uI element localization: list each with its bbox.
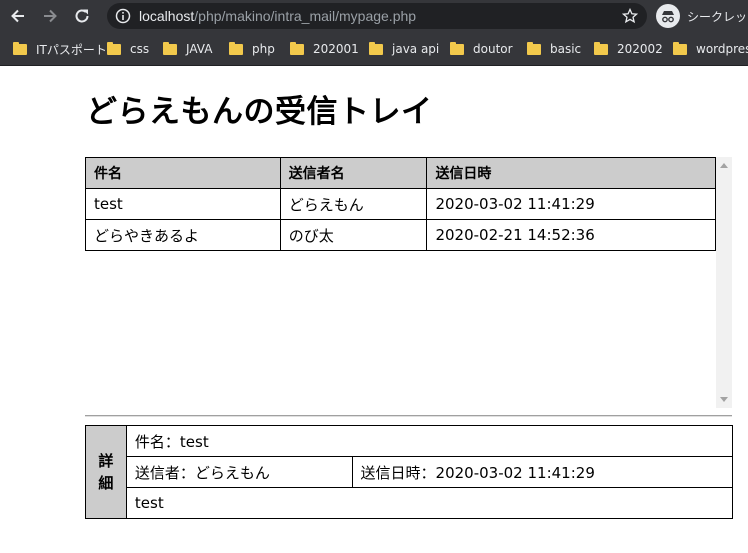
mail-row[interactable]: test どらえもん 2020-03-02 11:41:29 — [85, 188, 716, 220]
column-header-subject: 件名 — [85, 157, 281, 189]
bookmark-item[interactable]: 202002 — [594, 32, 663, 65]
mail-date[interactable]: 2020-03-02 11:41:29 — [426, 188, 716, 220]
mail-sender[interactable]: のび太 — [279, 219, 428, 251]
inbox-header-row: 件名 送信者名 送信日時 — [85, 157, 716, 189]
folder-icon — [450, 41, 464, 55]
folder-icon — [107, 41, 121, 55]
back-button[interactable] — [6, 4, 30, 28]
bookmark-label: 202001 — [313, 42, 359, 56]
bookmark-label: JAVA — [186, 42, 213, 56]
bookmark-item[interactable]: ITパスポート — [13, 32, 107, 65]
folder-icon — [163, 41, 177, 55]
folder-icon — [527, 41, 541, 55]
detail-date: 送信日時：2020-03-02 11:41:29 — [351, 456, 734, 488]
bookmark-label: basic — [550, 42, 582, 56]
inbox-frame[interactable]: 件名 送信者名 送信日時 test どらえもん 2020-03-02 11:41… — [85, 157, 732, 408]
detail-table: 詳細 件名：test 送信者：どらえもん 送信日時：2020-03-02 11:… — [85, 425, 734, 519]
bookmark-item[interactable]: basic — [527, 32, 582, 65]
bookmark-item[interactable]: wordpress — [673, 32, 748, 65]
bookmark-item[interactable]: css — [107, 32, 150, 65]
folder-icon — [13, 41, 27, 55]
bookmark-label: doutor — [473, 42, 513, 56]
folder-icon — [290, 41, 304, 55]
bookmark-label: ITパスポート — [36, 42, 107, 57]
url-host: localhost — [139, 8, 195, 24]
detail-body: test — [125, 487, 734, 519]
horizontal-divider — [85, 415, 732, 417]
bookmark-label: 202002 — [617, 42, 663, 56]
reload-button[interactable] — [70, 4, 94, 28]
bookmark-item[interactable]: JAVA — [163, 32, 213, 65]
folder-icon — [594, 41, 608, 55]
reload-icon — [75, 9, 89, 23]
bookmark-item[interactable]: doutor — [450, 32, 513, 65]
scroll-up-arrow-icon[interactable] — [720, 163, 728, 168]
bookmark-item[interactable]: 202001 — [290, 32, 359, 65]
column-header-sender: 送信者名 — [279, 157, 428, 189]
detail-subject: 件名：test — [125, 425, 734, 457]
mail-row[interactable]: どらやきあるよ のび太 2020-02-21 14:52:36 — [85, 219, 716, 251]
mail-subject[interactable]: どらやきあるよ — [85, 219, 281, 251]
folder-icon — [229, 41, 243, 55]
inbox-table: 件名 送信者名 送信日時 test どらえもん 2020-03-02 11:41… — [85, 157, 716, 251]
info-icon — [115, 8, 131, 24]
bookmarks-bar: ITパスポート css JAVA php 202001 java api dou… — [0, 32, 748, 66]
bookmark-item[interactable]: java api — [369, 32, 440, 65]
incognito-label: シークレット — [687, 9, 748, 24]
mail-subject[interactable]: test — [85, 188, 281, 220]
column-header-date: 送信日時 — [426, 157, 716, 189]
url-path: /php/makino/intra_mail/mypage.php — [194, 8, 417, 24]
folder-icon — [369, 41, 383, 55]
folder-icon — [673, 41, 687, 55]
scroll-down-arrow-icon[interactable] — [720, 397, 728, 402]
detail-heading: 詳細 — [85, 425, 127, 519]
url-text: localhost/php/makino/intra_mail/mypage.p… — [139, 8, 416, 24]
forward-arrow-icon — [44, 9, 57, 23]
bookmark-label: wordpress — [696, 42, 748, 56]
bookmark-label: php — [252, 42, 275, 56]
bookmark-label: java api — [392, 42, 440, 56]
mail-date[interactable]: 2020-02-21 14:52:36 — [426, 219, 716, 251]
bookmark-item[interactable]: php — [229, 32, 275, 65]
incognito-icon — [656, 4, 680, 28]
back-arrow-icon — [11, 9, 24, 23]
bookmark-label: css — [130, 42, 150, 56]
incognito-indicator[interactable]: シークレット — [656, 4, 748, 28]
mail-sender[interactable]: どらえもん — [279, 188, 428, 220]
detail-heading-label: 詳細 — [98, 452, 114, 492]
inbox-scrollbar[interactable] — [716, 157, 732, 408]
address-bar[interactable]: localhost/php/makino/intra_mail/mypage.p… — [107, 3, 647, 29]
browser-toolbar: localhost/php/makino/intra_mail/mypage.p… — [0, 0, 748, 32]
page-content: どらえもんの受信トレイ 件名 送信者名 送信日時 test どらえもん 2020… — [0, 66, 748, 553]
page-title: どらえもんの受信トレイ — [86, 94, 433, 130]
bookmark-star-icon[interactable] — [622, 8, 638, 24]
detail-sender: 送信者：どらえもん — [125, 456, 353, 488]
forward-button[interactable] — [38, 4, 62, 28]
